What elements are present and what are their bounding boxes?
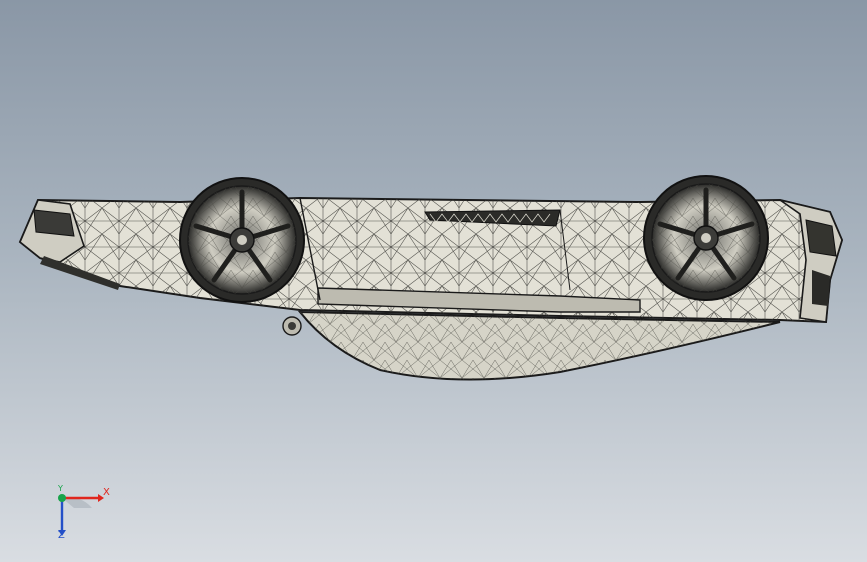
front-wheel — [643, 175, 769, 301]
car-exhaust-tip — [282, 316, 302, 336]
graphics-viewport[interactable]: X Y Z — [0, 0, 867, 562]
x-axis-label: X — [103, 487, 110, 498]
y-axis-label: Y — [58, 484, 63, 493]
car-roof-shell — [297, 310, 781, 381]
z-axis-label: Z — [58, 530, 65, 541]
car-mesh-model[interactable] — [0, 0, 867, 562]
rear-wheel — [179, 177, 305, 303]
